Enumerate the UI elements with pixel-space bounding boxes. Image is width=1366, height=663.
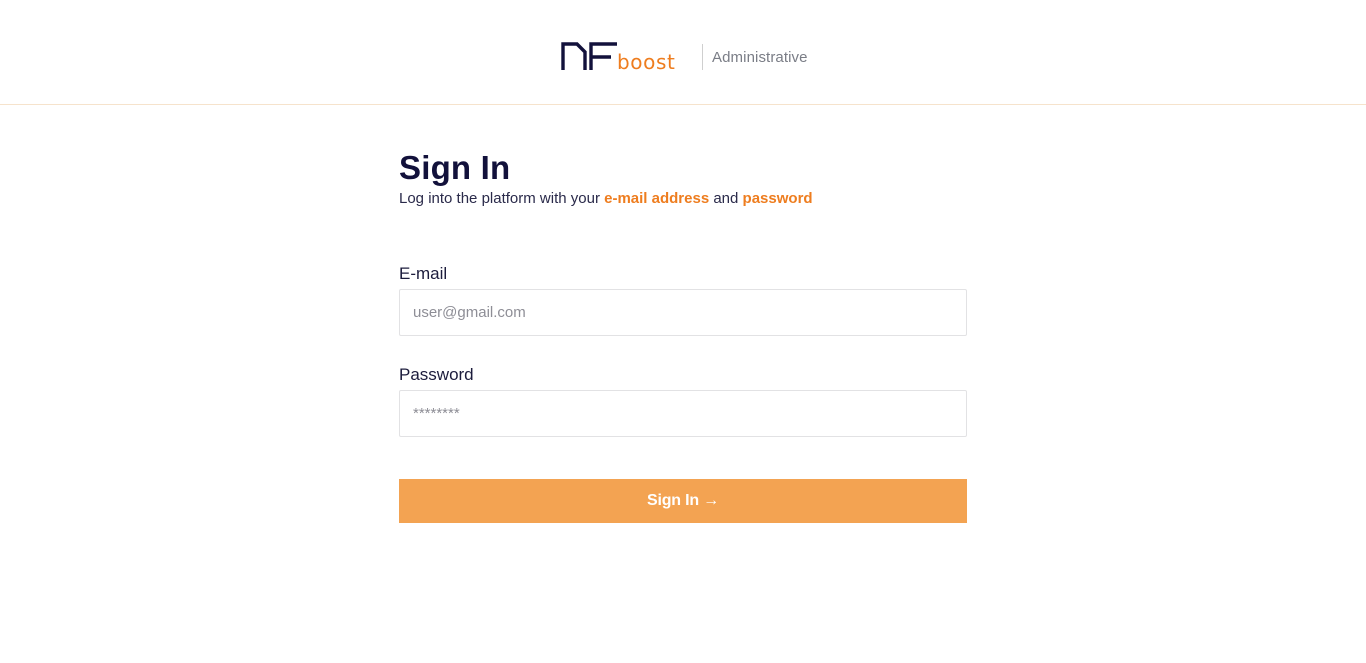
password-label: Password — [399, 365, 474, 384]
subtitle-email-highlight: e-mail address — [604, 190, 710, 207]
password-field[interactable] — [399, 390, 967, 437]
email-field[interactable] — [399, 289, 967, 336]
subtitle-and: and — [709, 190, 743, 207]
brand-subtitle: Administrative — [712, 49, 808, 66]
email-label: E-mail — [399, 264, 448, 283]
brand: boost Administrative — [561, 40, 808, 74]
nfboost-logo: boost — [561, 42, 675, 74]
svg-text:boost: boost — [617, 50, 675, 74]
subtitle-prefix: Log into the platform with your — [399, 190, 605, 207]
page-subtitle: Log into the platform with your e-mail a… — [399, 189, 967, 209]
top-header: boost Administrative — [0, 0, 1366, 105]
subtitle-password-highlight: password — [742, 190, 813, 207]
sign-in-button[interactable]: Sign In → — [399, 479, 967, 523]
page-title: Sign In — [399, 149, 511, 186]
sign-in-form: Sign In Log into the platform with your … — [399, 148, 967, 523]
brand-divider — [702, 44, 703, 70]
